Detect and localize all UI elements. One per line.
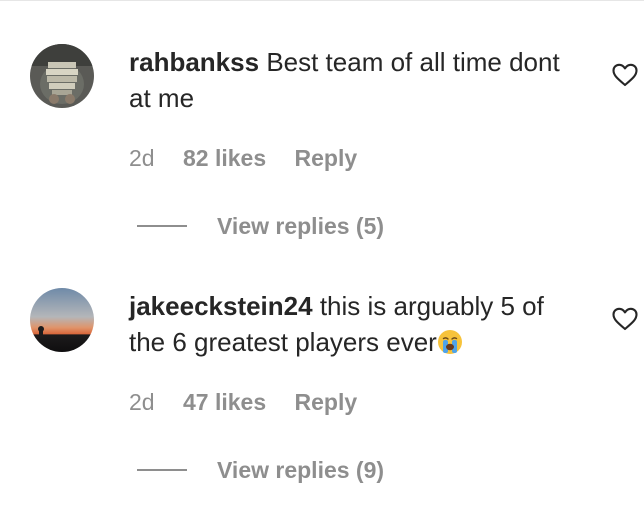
- likes-count[interactable]: 47 likes: [183, 388, 266, 416]
- comment-age: 2d: [129, 389, 155, 415]
- loudly-crying-face-emoji-icon: [437, 329, 463, 355]
- avatar[interactable]: [30, 288, 94, 352]
- heart-outline-icon[interactable]: [612, 307, 638, 331]
- comment-text: jakeeckstein24 this is arguably 5 of the…: [129, 288, 579, 360]
- sunset-photo-icon: [30, 288, 94, 352]
- comment-item: jakeeckstein24 this is arguably 5 of the…: [0, 0, 644, 506]
- comment-username[interactable]: jakeeckstein24: [129, 291, 313, 321]
- replies-divider-line: [137, 469, 187, 471]
- view-replies-button[interactable]: View replies (9): [217, 456, 384, 484]
- comment-meta: 2d 47 likes Reply: [129, 388, 357, 416]
- reply-button[interactable]: Reply: [295, 388, 358, 416]
